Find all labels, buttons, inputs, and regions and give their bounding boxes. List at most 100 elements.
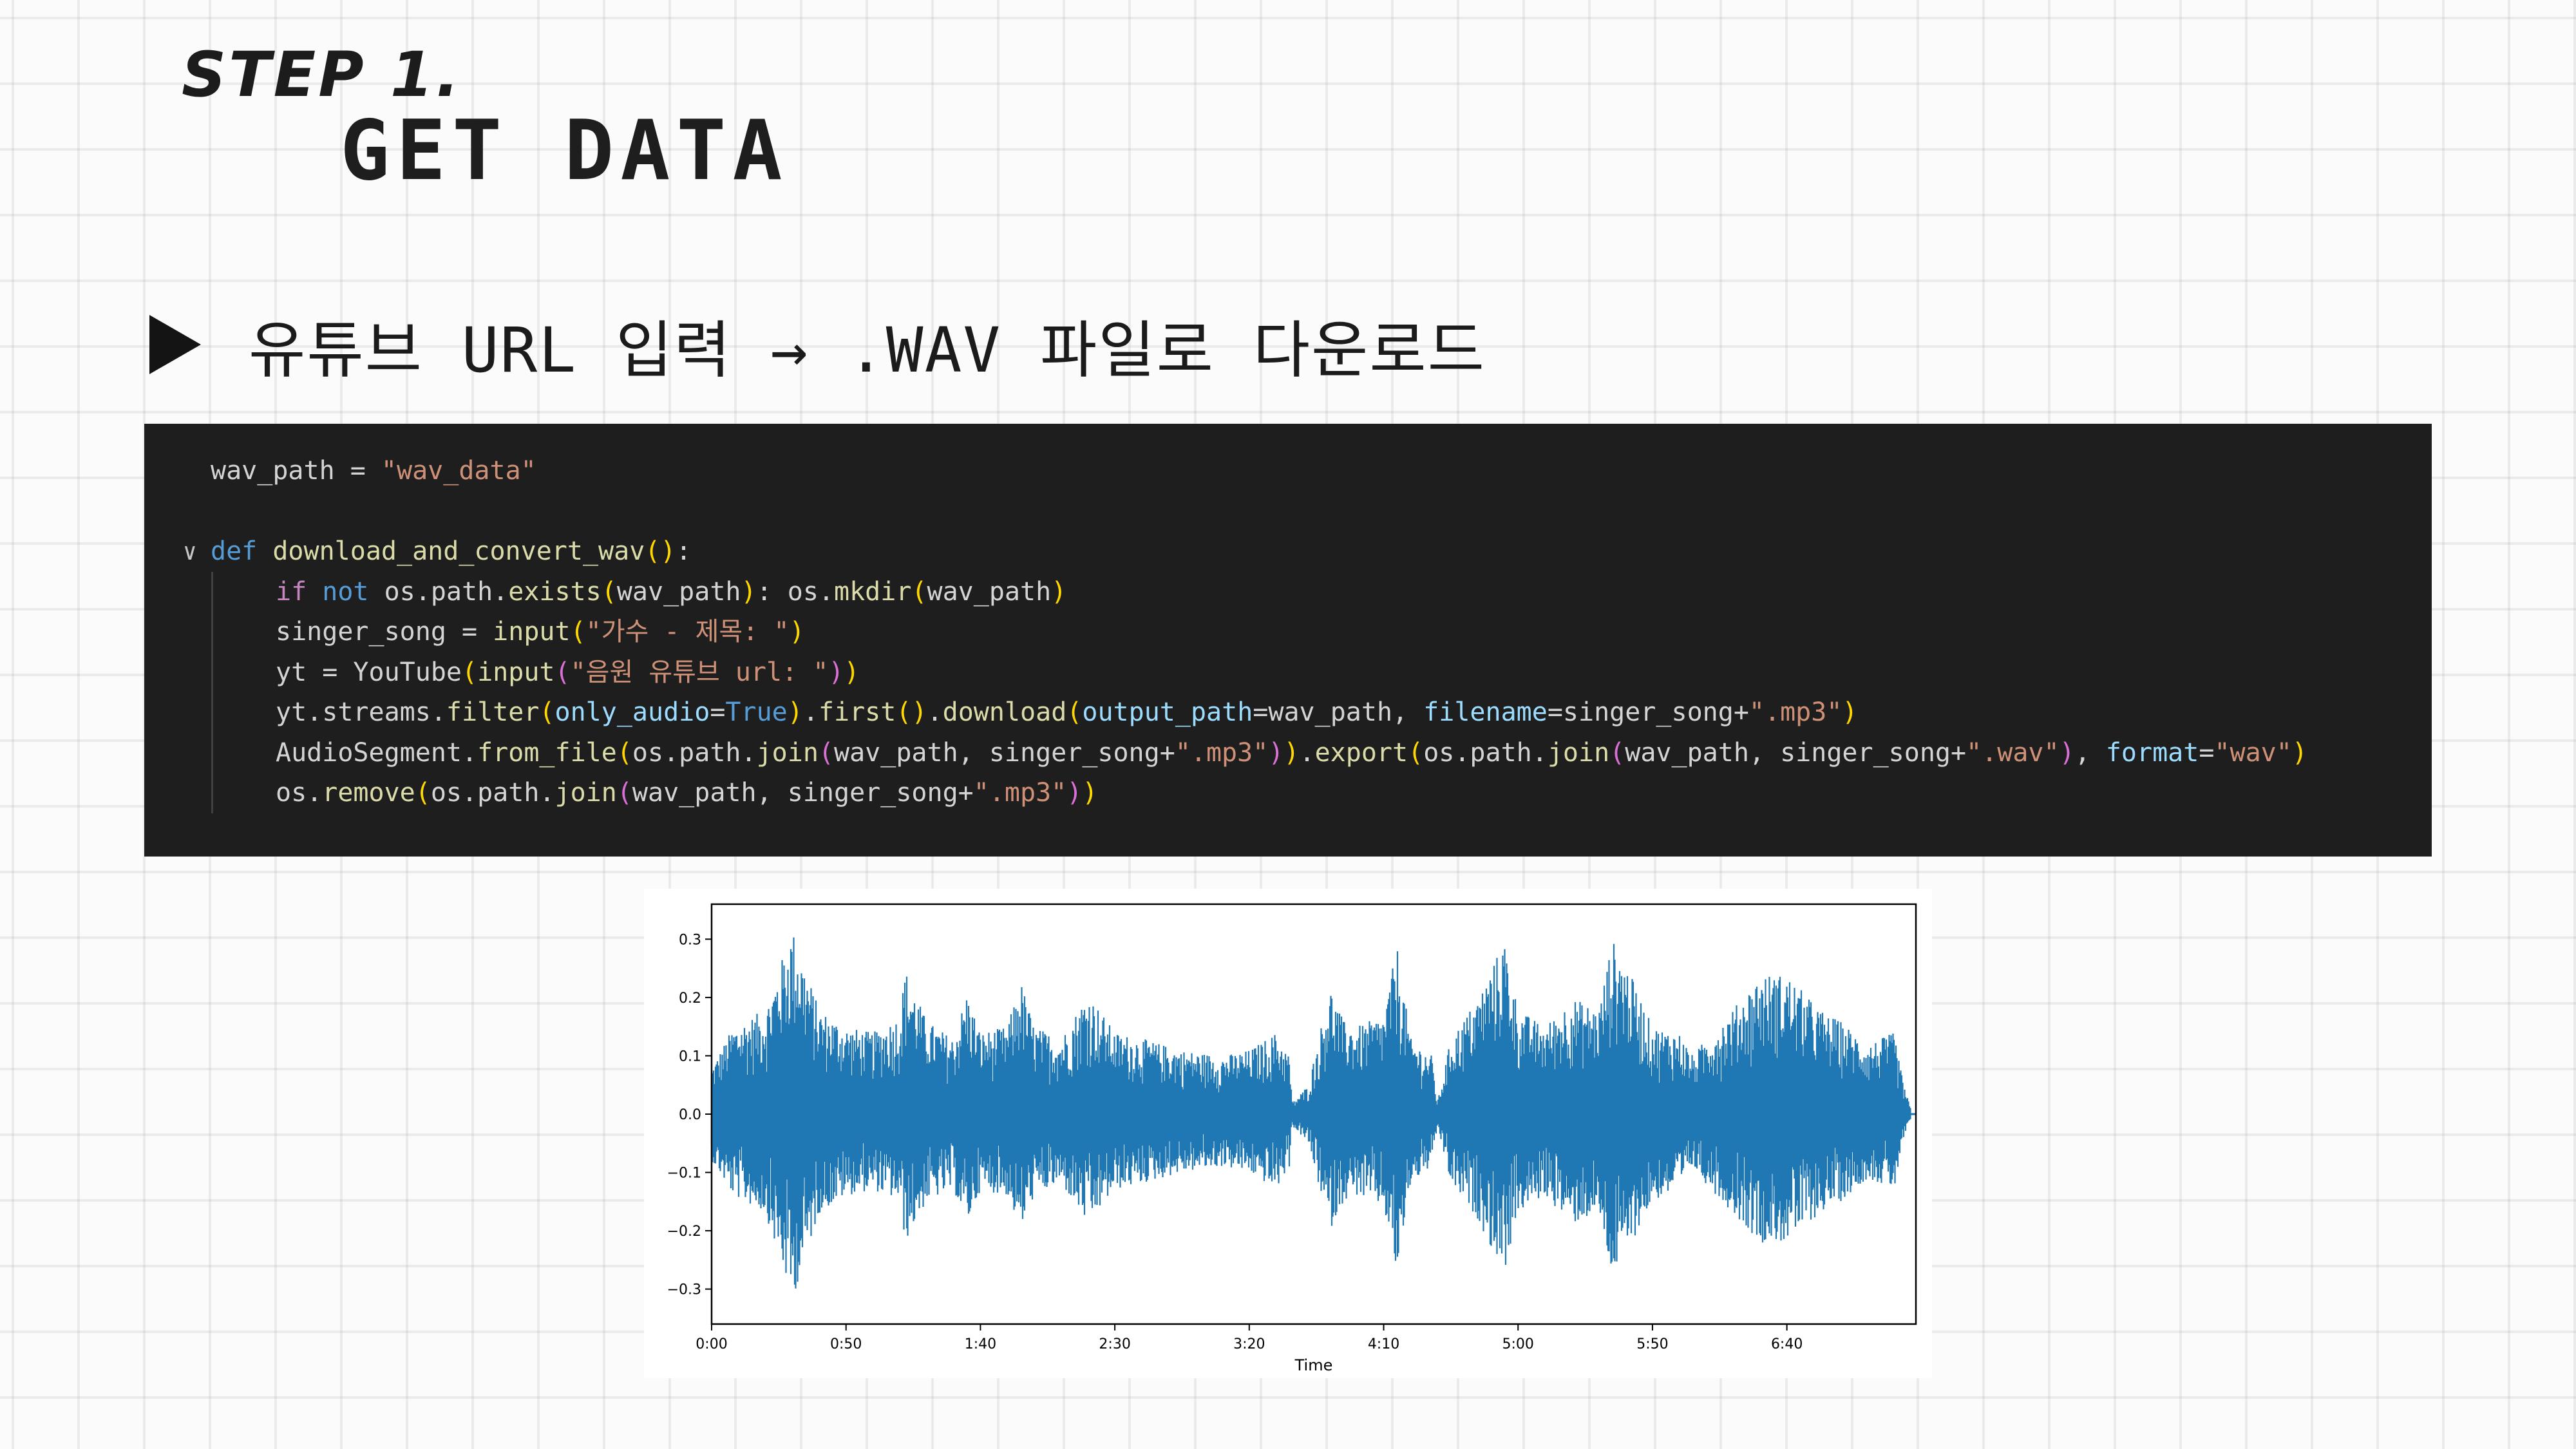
code-line: wav_path = "wav_data" <box>144 451 2432 491</box>
code-text: yt.streams.filter(only_audio=True).first… <box>276 692 1858 733</box>
code-line: if not os.path.exists(wav_path): os.mkdi… <box>144 571 2432 612</box>
code-token: ) <box>1268 737 1284 768</box>
code-token: () <box>645 536 676 566</box>
code-token: "wav" <box>2214 737 2292 768</box>
x-axis-label: Time <box>1294 1356 1333 1374</box>
y-tick-label: 0.0 <box>679 1107 701 1123</box>
code-token: input <box>493 617 571 647</box>
code-token: os.path. <box>632 737 757 768</box>
step-label: STEP 1. <box>182 39 462 111</box>
code-token: wav_path <box>616 576 741 607</box>
code-text: def download_and_convert_wav(): <box>211 531 692 572</box>
code-token: if <box>276 576 323 607</box>
code-token: ) <box>2059 737 2075 768</box>
code-token: AudioSegment. <box>276 737 478 768</box>
waveform-chart: 0.3 0.2 0.1 0.0 −0.1 −0.2 −0.3 0:00 0:50 1:40 2:30… <box>644 889 1932 1378</box>
code-text: yt = YouTube(input("음원 유튜브 url: ")) <box>276 652 860 693</box>
code-token: ( <box>601 576 617 607</box>
code-line: AudioSegment.from_file(os.path.join(wav_… <box>144 732 2432 773</box>
code-token: ( <box>554 657 571 687</box>
code-token: singer_song = <box>276 617 493 647</box>
code-token: input <box>477 657 555 687</box>
x-tick-label: 6:40 <box>1771 1336 1803 1352</box>
code-token: ( <box>911 576 927 607</box>
code-text: AudioSegment.from_file(os.path.join(wav_… <box>276 733 2307 773</box>
code-token: join <box>756 737 819 768</box>
code-token: ) <box>789 617 805 647</box>
y-tick-label: −0.1 <box>667 1166 701 1182</box>
code-line: yt.streams.filter(only_audio=True).first… <box>144 692 2432 733</box>
code-token: first <box>818 697 896 727</box>
play-triangle-icon <box>149 315 201 374</box>
code-token: join <box>554 778 617 808</box>
bullet-row: 유튜브 URL 입력 → .WAV 파일로 다운로드 <box>149 303 1486 386</box>
code-token: remove <box>322 778 415 808</box>
code-token: : <box>676 536 692 566</box>
code-token: ) <box>1066 778 1083 808</box>
x-tick-label: 2:30 <box>1099 1336 1130 1352</box>
code-token: not <box>322 576 384 607</box>
code-token: join <box>1547 737 1610 768</box>
code-token: ) <box>1283 737 1300 768</box>
code-token: ) <box>828 657 844 687</box>
code-token: ( <box>415 778 431 808</box>
code-token: ".mp3" <box>1748 697 1842 727</box>
code-line: ∨ def download_and_convert_wav(): <box>144 531 2432 572</box>
step-title: GET DATA <box>340 103 789 199</box>
code-token: export <box>1314 737 1408 768</box>
indent-guide <box>211 732 213 773</box>
code-token: . <box>802 697 819 727</box>
code-token: filename <box>1423 697 1548 727</box>
code-token: . <box>927 697 943 727</box>
code-token: ( <box>1609 737 1625 768</box>
code-token: ) <box>844 657 860 687</box>
code-token: ) <box>1051 576 1067 607</box>
code-token: wav_path = <box>211 456 381 486</box>
code-token: ( <box>616 778 632 808</box>
code-token: "음원 유튜브 url: " <box>570 657 829 687</box>
code-token: yt = YouTube <box>276 657 462 687</box>
code-token: () <box>896 697 927 727</box>
code-token: ( <box>818 737 834 768</box>
code-token: ( <box>570 617 586 647</box>
x-tick-label: 4:10 <box>1368 1336 1399 1352</box>
y-tick-label: 0.2 <box>679 990 701 1007</box>
code-token: ) <box>2291 737 2307 768</box>
indent-guide <box>211 612 213 652</box>
code-token: ( <box>1408 737 1424 768</box>
x-tick-label: 3:20 <box>1233 1336 1265 1352</box>
code-token: download_and_convert_wav <box>272 536 645 566</box>
code-token: def <box>211 536 273 566</box>
bullet-text: 유튜브 URL 입력 → .WAV 파일로 다운로드 <box>249 314 1486 386</box>
code-token: , <box>2074 737 2106 768</box>
code-token: ".wav" <box>1966 737 2060 768</box>
code-token: os.path. <box>430 778 555 808</box>
indent-guide <box>211 692 213 733</box>
code-token: True <box>725 697 788 727</box>
code-token: ( <box>1066 697 1083 727</box>
code-token: exists <box>508 576 601 607</box>
code-token: ".mp3" <box>1175 737 1269 768</box>
code-token: mkdir <box>834 576 912 607</box>
code-token: from_file <box>477 737 617 768</box>
code-token: os.path. <box>1423 737 1548 768</box>
x-tick-label: 5:00 <box>1502 1336 1534 1352</box>
code-line: os.remove(os.path.join(wav_path, singer_… <box>144 773 2432 813</box>
indent-guide <box>211 571 213 612</box>
chevron-down-icon[interactable]: ∨ <box>183 533 197 573</box>
code-token: =wav_path, <box>1253 697 1424 727</box>
code-text: singer_song = input("가수 - 제목: ") <box>276 612 805 652</box>
code-token: download <box>942 697 1067 727</box>
code-text: wav_path = "wav_data" <box>211 451 536 491</box>
code-token: os. <box>276 778 323 808</box>
code-token: ) <box>1082 778 1098 808</box>
code-token: only_audio <box>554 697 710 727</box>
code-token: ( <box>461 657 478 687</box>
code-token: filter <box>446 697 540 727</box>
code-token: output_path <box>1082 697 1253 727</box>
y-tick-label: −0.2 <box>667 1224 701 1240</box>
y-tick-label: −0.3 <box>667 1282 701 1298</box>
code-token: wav_path, singer_song+ <box>632 778 974 808</box>
y-tick-label: 0.3 <box>679 932 701 948</box>
